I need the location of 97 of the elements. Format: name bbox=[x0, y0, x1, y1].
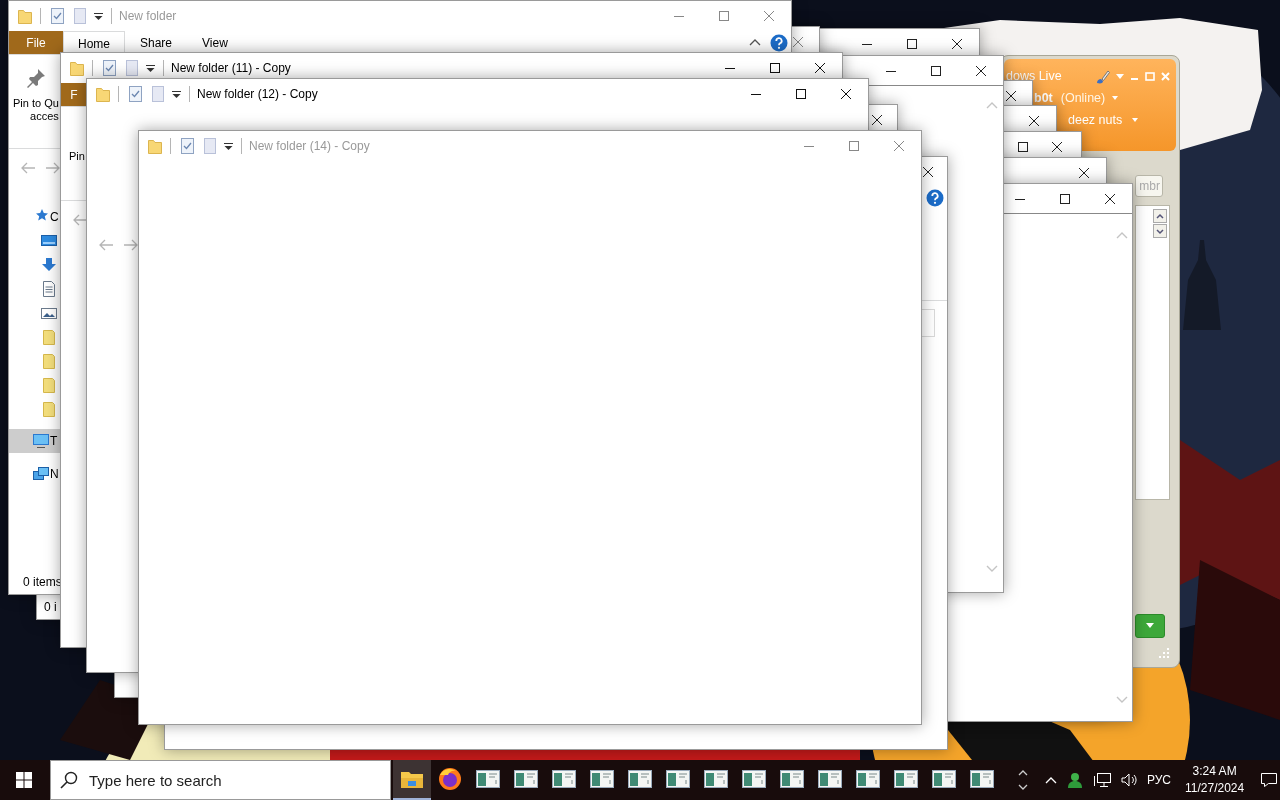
close-icon bbox=[763, 11, 774, 21]
user-name: b0t bbox=[1034, 90, 1053, 108]
maximize-icon bbox=[1018, 142, 1028, 152]
caret-icon[interactable] bbox=[94, 11, 103, 21]
caret-icon bbox=[1146, 623, 1154, 629]
folder-icon bbox=[41, 401, 57, 417]
properties-icon[interactable] bbox=[103, 60, 116, 76]
ribbon-tab[interactable]: View bbox=[187, 31, 243, 54]
desktop-icon bbox=[41, 233, 57, 249]
ribbon-tab[interactable]: Share bbox=[125, 31, 188, 54]
globe-icon bbox=[438, 767, 462, 791]
folder-icon bbox=[41, 329, 57, 345]
maximize-icon bbox=[769, 63, 780, 73]
close-icon bbox=[1006, 91, 1016, 101]
search-icon bbox=[60, 771, 78, 789]
window-preview-icon bbox=[704, 770, 728, 788]
picture-icon bbox=[41, 305, 57, 321]
maximize-icon bbox=[848, 141, 859, 151]
window-preview-icon bbox=[780, 770, 804, 788]
close-icon bbox=[1104, 193, 1115, 204]
maximize-icon bbox=[1059, 193, 1070, 204]
person-icon[interactable] bbox=[1067, 772, 1083, 788]
notification-icon[interactable] bbox=[1260, 772, 1279, 788]
folder-icon bbox=[41, 353, 57, 369]
close-icon bbox=[814, 63, 825, 73]
search-field[interactable]: Type here to search bbox=[50, 760, 391, 800]
document-icon bbox=[41, 281, 57, 297]
close-icon bbox=[793, 37, 803, 47]
window-preview-icon bbox=[970, 770, 994, 788]
window-title: New folder bbox=[119, 8, 177, 25]
window-preview-icon bbox=[856, 770, 880, 788]
network-icon bbox=[33, 466, 49, 482]
maximize-icon bbox=[930, 65, 941, 76]
close-icon bbox=[1078, 168, 1089, 178]
window-preview-icon bbox=[476, 770, 500, 788]
window-title: New folder (14) - Copy bbox=[249, 138, 370, 155]
properties-icon[interactable] bbox=[129, 86, 142, 102]
caret-icon[interactable] bbox=[172, 89, 181, 99]
chevron-down-icon[interactable] bbox=[1018, 784, 1028, 790]
close-icon bbox=[893, 141, 904, 151]
resize-grip-icon[interactable] bbox=[1156, 646, 1170, 660]
language-indicator[interactable]: РУС bbox=[1147, 771, 1172, 789]
close-icon bbox=[1028, 116, 1039, 126]
window-preview-icon bbox=[818, 770, 842, 788]
nav-item[interactable]: C bbox=[9, 205, 61, 229]
close-icon bbox=[840, 89, 851, 99]
file-menu-button[interactable]: File bbox=[9, 31, 63, 54]
maximize-icon bbox=[718, 11, 729, 21]
close-icon bbox=[1052, 142, 1062, 152]
close-icon bbox=[975, 65, 986, 76]
file-explorer-button[interactable] bbox=[393, 760, 431, 800]
forward-arrow-icon[interactable] bbox=[45, 161, 61, 175]
help-icon[interactable] bbox=[770, 33, 788, 52]
nav-item[interactable]: T bbox=[9, 429, 61, 453]
window-preview-icon bbox=[666, 770, 690, 788]
caret-icon[interactable] bbox=[146, 63, 155, 73]
close-icon bbox=[923, 167, 933, 177]
paint-brush-icon[interactable] bbox=[1094, 68, 1110, 85]
close-icon bbox=[872, 115, 882, 125]
dropdown-button[interactable] bbox=[1135, 614, 1165, 638]
windows-logo-icon bbox=[16, 772, 32, 788]
window-preview-icon bbox=[742, 770, 766, 788]
maximize-icon bbox=[795, 89, 806, 99]
clock-time[interactable]: 3:24 AM bbox=[1192, 763, 1237, 780]
folder-icon bbox=[41, 377, 57, 393]
window-preview-icon bbox=[894, 770, 918, 788]
pin-button[interactable]: Pin to Qu acces bbox=[13, 67, 59, 148]
window-preview-icon bbox=[514, 770, 538, 788]
maximize-icon bbox=[906, 39, 917, 49]
download-arrow-icon bbox=[41, 257, 57, 273]
window-title: dows Live bbox=[1006, 68, 1062, 86]
computer-icon bbox=[33, 433, 49, 449]
speaker-icon[interactable] bbox=[1121, 772, 1137, 788]
file-menu-button[interactable]: F bbox=[61, 83, 87, 106]
close-icon bbox=[951, 39, 962, 49]
pin-button[interactable]: Pin bbox=[69, 150, 85, 200]
window-title: New folder (11) - Copy bbox=[171, 60, 291, 77]
properties-icon[interactable] bbox=[51, 8, 64, 24]
window-preview-icon bbox=[932, 770, 956, 788]
chevron-up-icon[interactable] bbox=[749, 38, 761, 47]
ribbon-tab[interactable]: Home bbox=[63, 31, 125, 55]
back-arrow-icon[interactable] bbox=[72, 213, 88, 227]
caret-icon[interactable] bbox=[224, 141, 233, 151]
help-icon[interactable] bbox=[926, 189, 944, 207]
chevron-down-icon bbox=[1156, 227, 1164, 235]
chevron-up-icon bbox=[1156, 212, 1164, 220]
window-preview-icon bbox=[552, 770, 576, 788]
window-preview-icon bbox=[590, 770, 614, 788]
status-text: 0 i bbox=[44, 600, 57, 614]
scroll-down-button[interactable] bbox=[1153, 224, 1167, 238]
forward-arrow-icon[interactable] bbox=[123, 238, 139, 252]
properties-icon[interactable] bbox=[181, 138, 194, 154]
network-icon[interactable] bbox=[1093, 772, 1111, 788]
scroll-up-button[interactable] bbox=[1153, 209, 1167, 223]
clock-date[interactable]: 11/27/2024 bbox=[1185, 780, 1245, 797]
window-preview-icon bbox=[628, 770, 652, 788]
window-title: New folder (12) - Copy bbox=[197, 86, 318, 103]
